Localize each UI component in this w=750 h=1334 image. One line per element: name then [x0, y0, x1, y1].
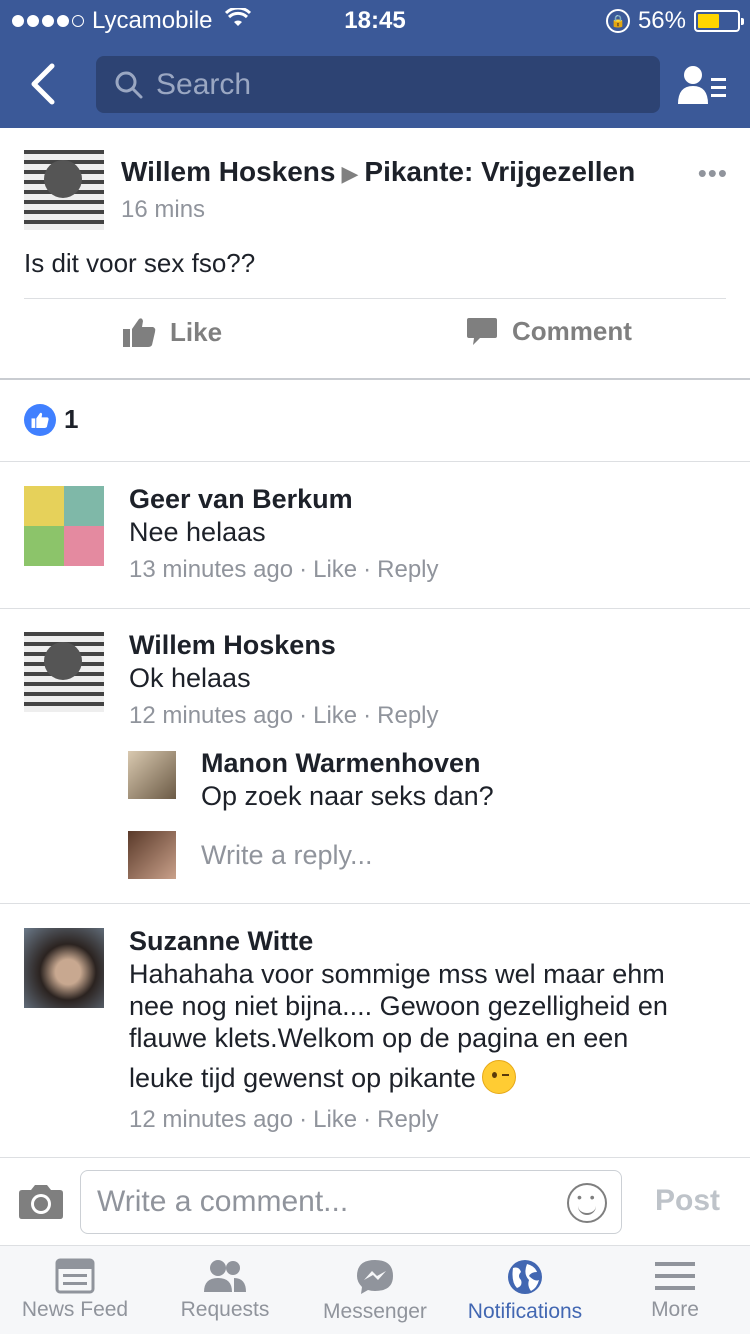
author-name[interactable]: Willem Hoskens	[121, 156, 335, 187]
globe-icon	[508, 1260, 542, 1294]
more-options-icon[interactable]: •••	[698, 158, 728, 189]
comment: Willem Hoskens Ok helaas 12 minutes ago ·…	[0, 609, 750, 902]
comment: Geer van Berkum Nee helaas 13 minutes ag…	[0, 462, 750, 608]
avatar[interactable]	[24, 150, 104, 230]
divider	[24, 298, 726, 299]
triangle-right-icon: ▶	[341, 161, 359, 186]
comment-meta: 12 minutes ago · Like · Reply	[129, 1106, 439, 1133]
comment-time[interactable]: 12 minutes ago	[129, 1106, 293, 1133]
commenter-name[interactable]: Suzanne Witte	[129, 926, 313, 957]
group-name[interactable]: Pikante: Vrijgezellen	[364, 156, 635, 187]
tab-label: Messenger	[323, 1300, 427, 1323]
comment-text: Ok helaas	[129, 663, 251, 693]
back-button[interactable]	[26, 62, 66, 106]
comment-text-line: Hahahaha voor sommige mss wel maar ehm	[129, 959, 665, 989]
tab-more[interactable]: More	[600, 1246, 750, 1334]
comment-label: Comment	[512, 316, 632, 346]
tab-bar: News Feed Requests Messenger Notificatio…	[0, 1245, 750, 1334]
avatar[interactable]	[24, 632, 104, 712]
search-icon	[115, 71, 143, 98]
comment-time[interactable]: 12 minutes ago	[129, 702, 293, 729]
emoji-picker-icon[interactable]	[567, 1183, 607, 1223]
battery-percentage: 56%	[637, 7, 686, 34]
status-bar: Lycamobile 18:45 🔒 56%	[0, 0, 750, 40]
avatar	[128, 831, 176, 879]
camera-icon[interactable]	[18, 1184, 64, 1225]
comment-placeholder: Write a comment...	[97, 1185, 349, 1218]
comment-reply-link[interactable]: Reply	[377, 702, 438, 729]
winking-face-emoji-icon	[481, 1059, 516, 1094]
menu-icon	[655, 1262, 695, 1290]
commenter-name[interactable]: Willem Hoskens	[129, 630, 336, 661]
news-feed-icon	[55, 1258, 95, 1294]
comment-time[interactable]: 13 minutes ago	[129, 556, 293, 583]
reply-author-name[interactable]: Manon Warmenhoven	[201, 748, 481, 779]
comment-like-link[interactable]: Like	[313, 556, 357, 583]
person-list-icon	[678, 66, 726, 104]
comment-button[interactable]: Comment	[466, 316, 632, 347]
top-bar: Lycamobile 18:45 🔒 56% Search	[0, 0, 750, 128]
comment-composer: Write a comment... Post	[0, 1157, 750, 1245]
post-header: Willem Hoskens ▶ Pikante: Vrijgezellen	[121, 156, 635, 188]
comment-text-line: leuke tijd gewenst op pikante	[129, 1059, 729, 1097]
comment-meta: 13 minutes ago · Like · Reply	[129, 556, 439, 583]
tab-messenger[interactable]: Messenger	[300, 1246, 450, 1334]
orientation-lock-icon: 🔒	[605, 9, 630, 33]
comment-reply-link[interactable]: Reply	[377, 1106, 438, 1133]
comment-like-link[interactable]: Like	[313, 1106, 357, 1133]
avatar[interactable]	[24, 486, 104, 566]
post-button[interactable]: Post	[655, 1184, 720, 1218]
tab-notifications[interactable]: Notifications	[450, 1246, 600, 1334]
comment-reply-link[interactable]: Reply	[377, 556, 438, 583]
like-label: Like	[170, 316, 223, 347]
like-reaction-icon	[24, 404, 56, 436]
tab-news-feed[interactable]: News Feed	[0, 1246, 150, 1334]
tab-label: More	[651, 1298, 699, 1321]
search-placeholder: Search	[156, 67, 252, 101]
commenter-name[interactable]: Geer van Berkum	[129, 484, 353, 515]
like-button[interactable]: Like	[122, 316, 222, 348]
tab-requests[interactable]: Requests	[150, 1246, 300, 1334]
write-reply-input[interactable]: Write a reply...	[201, 840, 373, 871]
comment-text-line: nee nog niet bijna.... Gewoon gezellighe…	[129, 991, 668, 1021]
comment: Suzanne Witte Hahahaha voor sommige mss …	[0, 904, 750, 1156]
comment-text: Nee helaas	[129, 517, 266, 547]
status-right: 🔒 56%	[605, 7, 744, 35]
thumbs-up-icon	[123, 318, 156, 347]
battery-icon	[694, 10, 744, 32]
search-input[interactable]: Search	[96, 56, 660, 113]
tab-label: News Feed	[21, 1298, 129, 1321]
post-text: Is dit voor sex fso??	[24, 248, 256, 278]
like-count: 1	[64, 404, 79, 434]
reply-text: Op zoek naar seks dan?	[201, 781, 494, 811]
friends-list-button[interactable]	[678, 64, 728, 106]
comment-text-tail: leuke tijd gewenst op pikante	[129, 1063, 476, 1093]
comment-like-link[interactable]: Like	[313, 702, 357, 729]
post-timestamp[interactable]: 16 mins	[121, 196, 205, 224]
comment-meta: 12 minutes ago · Like · Reply	[129, 702, 439, 729]
messenger-icon	[357, 1260, 393, 1294]
comment-text-line: flauwe klets.Welkom op de pagina en een	[129, 1023, 629, 1053]
requests-icon	[204, 1260, 246, 1292]
comment-icon	[467, 317, 497, 345]
avatar[interactable]	[24, 928, 104, 1008]
tab-label: Requests	[180, 1298, 270, 1321]
comment-input[interactable]: Write a comment...	[80, 1170, 622, 1234]
avatar[interactable]	[128, 751, 176, 799]
reaction-summary[interactable]: 1	[0, 380, 750, 462]
tab-label: Notifications	[467, 1300, 583, 1323]
